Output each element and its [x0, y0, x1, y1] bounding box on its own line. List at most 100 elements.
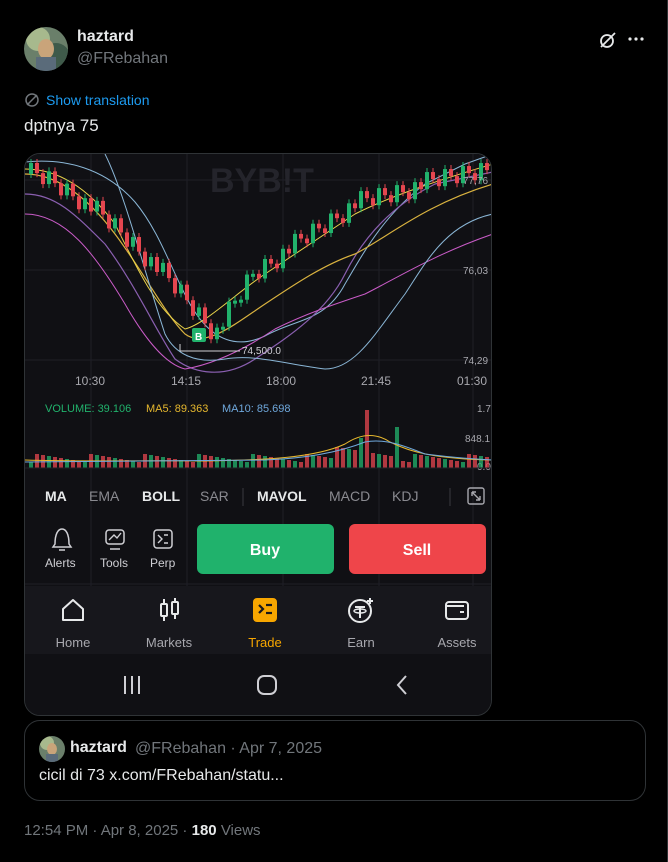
candle-body: [353, 203, 357, 209]
indicator-macd[interactable]: MACD: [329, 488, 370, 504]
candle-body: [317, 223, 321, 229]
indicator-ma[interactable]: MA: [45, 488, 67, 504]
post-text: dptnya 75: [24, 116, 99, 135]
indicator-boll[interactable]: BOLL: [142, 488, 181, 504]
home-button-icon[interactable]: [256, 674, 278, 696]
candle-body: [389, 195, 393, 203]
volume-bar: [419, 455, 423, 468]
tool-label: Alerts: [45, 556, 76, 570]
tool-label: Tools: [100, 556, 128, 570]
views-count: 180: [191, 822, 217, 839]
candle-body: [341, 218, 345, 223]
app-bottom-nav: Home Markets Trade Earn Assets: [25, 586, 491, 654]
price-axis-label: 76,03: [463, 266, 488, 277]
candle-body: [125, 232, 129, 247]
nav-trade[interactable]: Trade: [235, 596, 295, 652]
candle-body: [347, 203, 351, 223]
time-axis-label: 18:00: [266, 374, 296, 388]
nav-markets[interactable]: Markets: [139, 596, 199, 652]
volume-bar: [59, 458, 63, 468]
candle-body: [485, 163, 489, 171]
volume-readout: VOLUME: 39.106: [45, 403, 131, 415]
quote-avatar: [39, 736, 65, 762]
indicator-sar[interactable]: SAR: [200, 488, 229, 504]
quote-text: cicil di 73 x.com/FRebahan/statu...: [39, 767, 284, 784]
candle-body: [293, 233, 297, 254]
candle-body: [77, 196, 81, 210]
recent-apps-icon[interactable]: [121, 674, 143, 696]
post-time[interactable]: 12:54 PM · Apr 8, 2025 ·: [24, 822, 187, 839]
candle-body: [299, 233, 303, 239]
indicator-mavol[interactable]: MAVOL: [257, 488, 307, 504]
candle-body: [245, 274, 249, 300]
quoted-post[interactable]: haztard @FRebahan · Apr 7, 2025 cicil di…: [24, 720, 646, 801]
candle-body: [491, 154, 492, 170]
display-name[interactable]: haztard: [77, 28, 134, 46]
volume-bar: [473, 455, 477, 468]
volume-bar: [257, 455, 261, 468]
candle-body: [455, 176, 459, 184]
candle-body: [383, 188, 387, 196]
volume-bar: [431, 457, 435, 468]
volume-bar: [245, 462, 249, 468]
volume-bar: [137, 462, 141, 468]
volume-bar: [149, 455, 153, 468]
candle-body: [89, 198, 93, 212]
candle-body: [113, 218, 117, 229]
candle-body: [227, 301, 231, 327]
nav-label: Home: [55, 635, 91, 650]
nav-label: Earn: [347, 635, 375, 650]
nav-earn[interactable]: Earn: [331, 596, 391, 652]
indicator-kdj[interactable]: KDJ: [392, 488, 418, 504]
sell-button[interactable]: Sell: [349, 524, 486, 574]
volume-bar: [371, 453, 375, 468]
candle-body: [71, 183, 75, 197]
back-icon[interactable]: [392, 674, 414, 696]
candle-body: [221, 326, 225, 330]
volume-bar: [293, 461, 297, 468]
indicator-ema[interactable]: EMA: [89, 488, 120, 504]
candle-body: [269, 258, 273, 264]
nav-label: Markets: [145, 635, 193, 650]
trade-icon: [253, 598, 277, 622]
volume-bar: [467, 454, 471, 468]
volume-bar: [443, 459, 447, 468]
grok-icon[interactable]: [598, 30, 618, 50]
candle-body: [251, 273, 255, 277]
candle-body: [179, 284, 183, 294]
candle-body: [275, 263, 279, 269]
candle-body: [59, 183, 63, 196]
candle-body: [371, 198, 375, 206]
nav-assets[interactable]: Assets: [427, 596, 487, 652]
candle-body: [239, 299, 243, 303]
candle-body: [305, 238, 309, 244]
show-translation-label: Show translation: [46, 92, 150, 108]
more-options-icon[interactable]: [626, 29, 646, 49]
candle-body: [287, 248, 291, 254]
volume-axis-label: 848.1: [465, 434, 490, 445]
candle-body: [41, 173, 45, 185]
volume-bar: [281, 459, 285, 468]
buy-marker-label: B: [195, 332, 202, 343]
volume-bar: [83, 462, 87, 468]
show-translation-link[interactable]: Show translation: [24, 90, 150, 110]
time-axis-label: 01:30: [457, 374, 487, 388]
volume-bar: [221, 458, 225, 468]
candle-body: [359, 191, 363, 209]
post-media-image[interactable]: BYB!T B 74,500.0 77,76 76,03 74,29 10:30…: [24, 153, 492, 716]
volume-bar: [155, 456, 159, 468]
volume-bar: [167, 458, 171, 468]
candle-body: [257, 273, 261, 279]
nav-home[interactable]: Home: [43, 596, 103, 652]
user-handle[interactable]: @FRebahan: [77, 50, 168, 68]
volume-bar: [233, 460, 237, 468]
avatar[interactable]: [24, 27, 68, 71]
volume-bar: [311, 455, 315, 468]
volume-bar: [425, 456, 429, 468]
buy-button[interactable]: Buy: [197, 524, 334, 574]
tether-icon: [348, 598, 373, 623]
volume-bar: [209, 456, 213, 468]
volume-bar: [251, 454, 255, 468]
volume-bar: [341, 448, 345, 468]
candle-body: [263, 258, 267, 279]
